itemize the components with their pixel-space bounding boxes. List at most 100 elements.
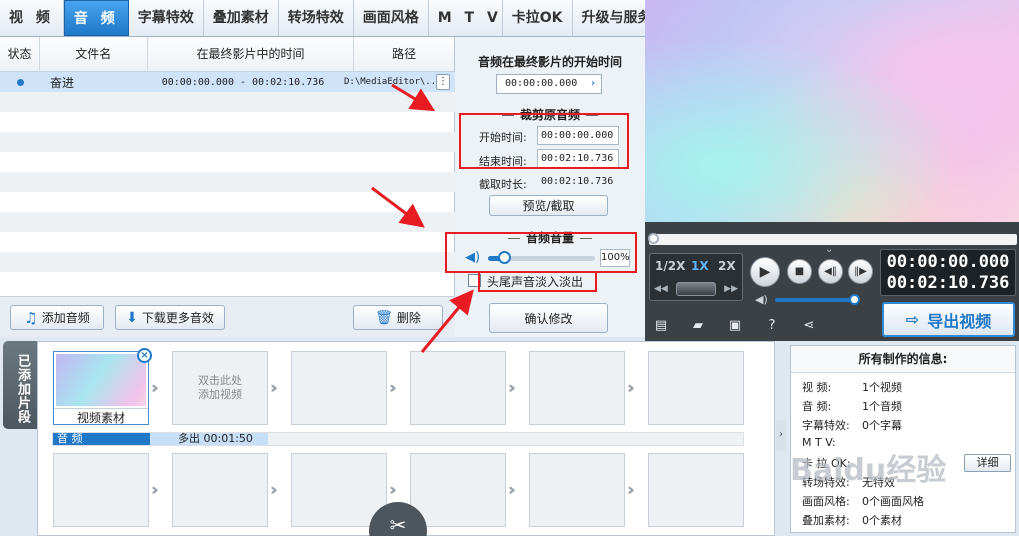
rewind-icon[interactable]: ◀◀ [654,284,668,294]
tab-style[interactable]: 画面风格 [354,0,429,36]
empty-video-slot[interactable] [53,453,149,527]
table-row [0,112,455,132]
file-name: 奋进 [50,75,75,90]
info-item: 叠加素材: 0个素材 [802,514,902,527]
save-icon[interactable]: ▣ [727,318,743,334]
current-time: 00:00:00.000 [886,252,1010,272]
empty-video-slot[interactable] [410,351,506,425]
table-row [0,232,455,252]
player-volume-handle[interactable] [849,294,860,305]
chevron-right-icon: ››› [270,480,277,499]
tab-transition[interactable]: 转场特效 [279,0,354,36]
volume-highlight-box [445,232,637,273]
export-video-label: 导出视频 [927,311,992,331]
duration-label: 截取时长: [479,178,527,191]
empty-video-slot[interactable] [648,351,744,425]
help-icon[interactable]: ? [764,318,780,334]
watermark-logo: Baidu经验 [790,453,947,488]
progress-handle[interactable] [648,233,659,244]
empty-video-slot[interactable] [172,453,268,527]
tab-subtitle[interactable]: 字幕特效 [129,0,204,36]
speed-selector: 1/2X 1X 2X ◀◀ ▶▶ [649,253,743,301]
empty-video-slot[interactable] [410,453,506,527]
info-item: 视 频: 1个视频 [802,381,902,394]
player-volume-slider[interactable] [775,298,855,302]
fade-highlight-box [478,271,597,292]
column-status: 状态 [0,37,40,71]
status-cell [0,78,40,86]
empty-video-slot[interactable] [529,453,625,527]
table-row [0,252,455,272]
tab-mtv[interactable]: M T V [429,0,503,36]
confirm-button[interactable]: 确认修改 [489,303,608,333]
table-row [0,172,455,192]
start-time-input[interactable]: 00:00:00.000 › [496,74,602,94]
play-icon[interactable]: ▶ [750,257,780,287]
ellipsis-icon[interactable]: ⋮ [436,74,450,90]
audio-list-rows: 奋进 00:00:00.000 - 00:02:10.736 D:\MediaE… [0,72,455,292]
chevron-down-icon[interactable]: ⌄ [825,244,833,255]
preview-crop-button[interactable]: 预览/截取 [489,195,608,216]
column-time: 在最终影片中的时间 [148,37,355,71]
clip-label: 视频素材 [54,408,148,426]
tab-audio[interactable]: 音 频 [63,0,129,36]
table-row [0,92,455,112]
new-project-icon[interactable]: ▤ [653,318,669,334]
speed-half[interactable]: 1/2X [655,259,685,273]
crop-highlight-box [459,113,629,169]
speed-knob[interactable] [676,282,716,296]
expand-panel-icon[interactable]: › [776,420,786,450]
fast-forward-icon[interactable]: ▶▶ [724,284,738,294]
share-icon[interactable]: ⋖ [801,318,817,334]
info-item: 音 频: 1个音频 [802,400,902,413]
column-path: 路径 [392,47,417,61]
delete-button[interactable]: 🗑 删除 [353,305,443,330]
stop-icon[interactable]: ■ [787,259,812,284]
audio-track[interactable]: 音 频 多出 00:01:50 [52,432,744,446]
speed-double[interactable]: 2X [718,259,736,273]
chevron-right-icon: ››› [508,378,515,397]
audio-settings-panel: 音频在最终影片的开始时间 00:00:00.000 › 裁剪原音频 开始时间: … [455,37,645,337]
close-icon[interactable]: × [137,348,152,363]
start-time-value: 00:00:00.000 [505,78,578,89]
speed-normal[interactable]: 1X [691,259,709,273]
player-speaker-icon[interactable]: ◀) [755,293,768,306]
file-time-range: 00:00:00.000 - 00:02:10.736 [161,76,325,88]
chevron-right-icon[interactable]: › [590,75,596,93]
next-frame-icon[interactable]: ‖▶ [848,259,873,284]
table-row[interactable]: 奋进 00:00:00.000 - 00:02:10.736 D:\MediaE… [0,72,455,92]
download-effects-label: 下载更多音效 [141,311,214,325]
audio-list-panel: 状态 文件名 在最终影片中的时间 路径 奋进 00:00:00.000 - 00… [0,37,455,337]
empty-video-slot[interactable] [291,351,387,425]
table-row [0,212,455,232]
video-preview [645,0,1019,222]
export-icon: ⇨ [905,310,920,329]
info-item: 字幕特效: 0个字幕 [802,419,902,432]
tab-karaoke[interactable]: 卡拉OK [503,0,573,36]
table-row [0,152,455,172]
export-video-button[interactable]: ⇨ 导出视频 [882,302,1015,337]
chevron-right-icon: ››› [389,378,396,397]
previous-frame-icon[interactable]: ◀‖ [818,259,843,284]
tab-video[interactable]: 视 频 [0,0,64,36]
empty-video-slot[interactable]: 双击此处 添加视频 [172,351,268,425]
video-clip-slot[interactable]: 视频素材 [53,351,149,425]
table-row [0,132,455,152]
empty-video-slot[interactable] [529,351,625,425]
file-path: D:\MediaEditor\.. [344,77,436,87]
tab-overlay[interactable]: 叠加素材 [204,0,279,36]
speed-slider[interactable]: ◀◀ ▶▶ [654,281,738,297]
trash-icon: 🗑 [375,309,393,326]
main-tab-bar: 视 频 音 频 字幕特效 叠加素材 转场特效 画面风格 M T V 卡拉OK 升… [0,0,662,37]
add-audio-button[interactable]: ♫ 添加音频 [10,305,104,330]
audio-clip[interactable]: 多出 00:01:50 [150,433,268,445]
project-info-panel: 所有制作的信息: 视 频: 1个视频 音 频: 1个音频 字幕特效: 0个字幕 M T… [790,345,1016,533]
empty-video-slot[interactable] [648,453,744,527]
download-effects-button[interactable]: ⬇ 下载更多音效 [115,305,225,330]
chevron-right-icon: ››› [627,480,634,499]
info-item: 画面风格: 0个画面风格 [802,495,924,508]
open-folder-icon[interactable]: ▰ [690,318,706,334]
detail-button[interactable]: 详细 [964,454,1011,472]
table-row [0,272,455,292]
column-filename: 文件名 [40,37,148,71]
